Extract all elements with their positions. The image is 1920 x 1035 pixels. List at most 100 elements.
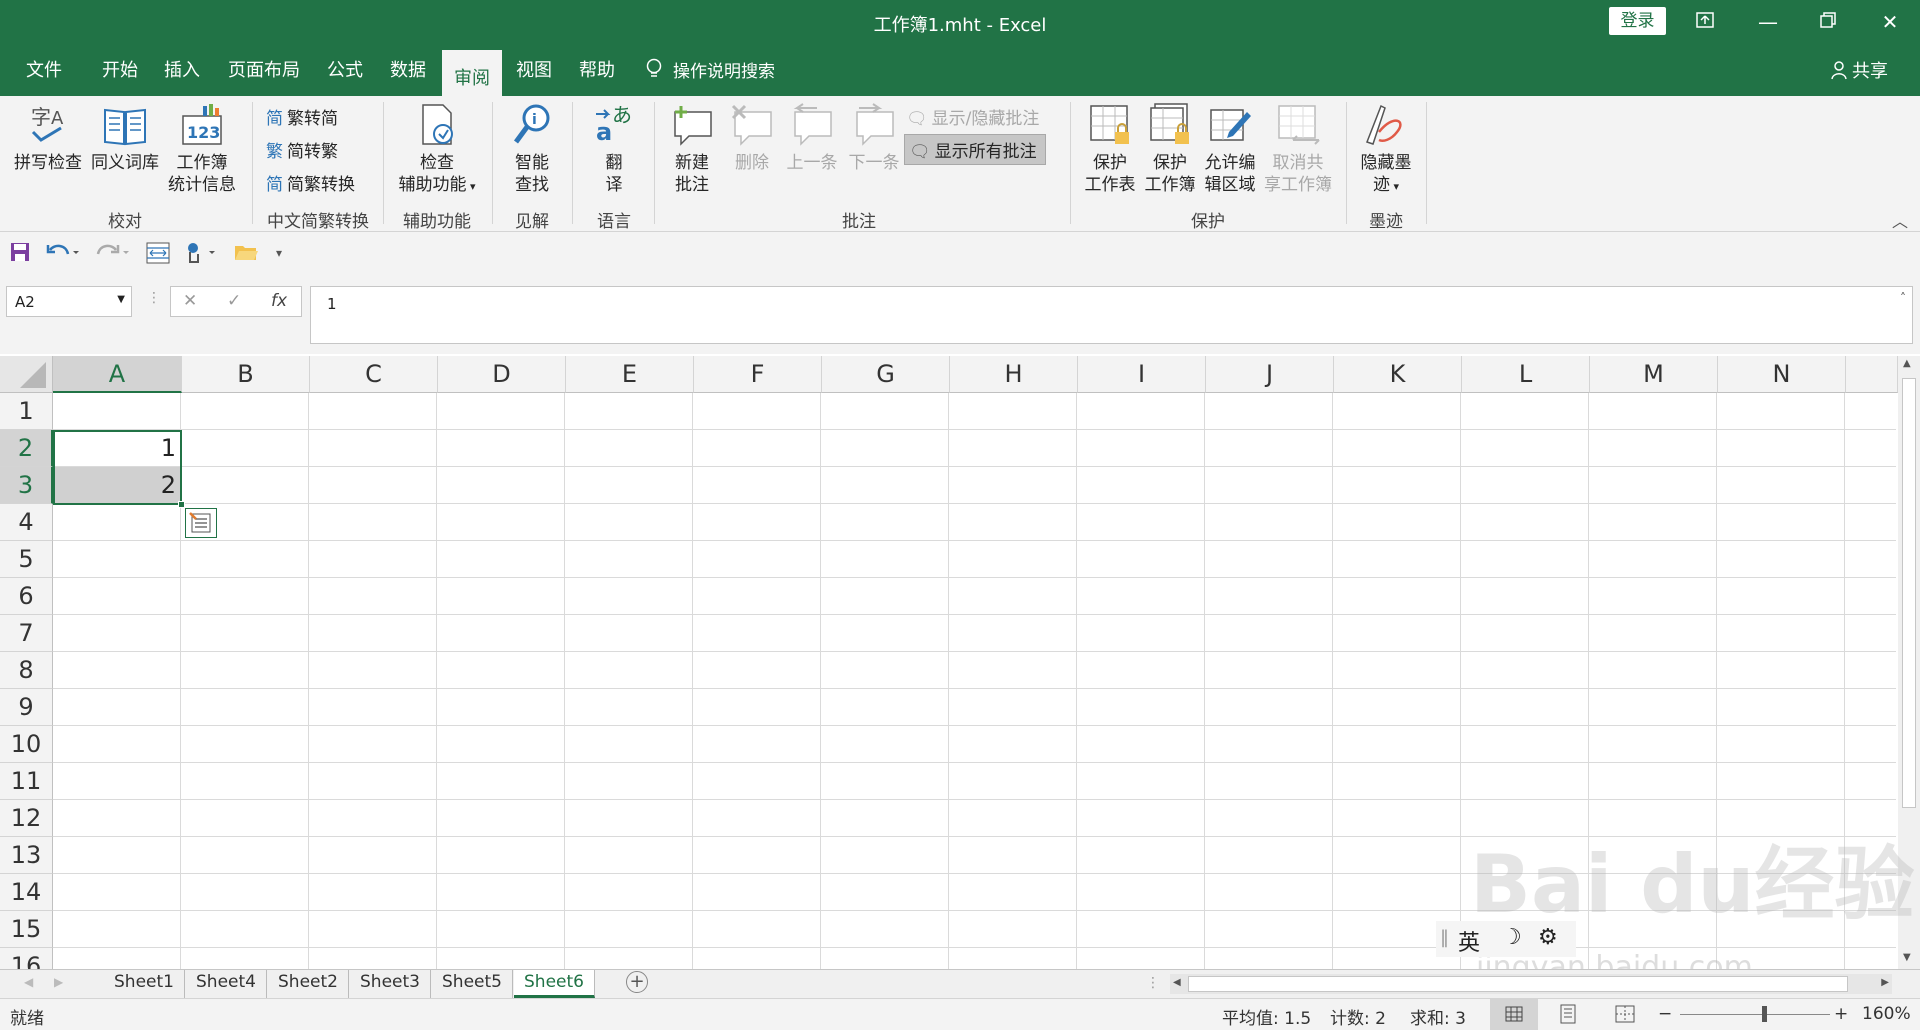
save-icon[interactable] bbox=[10, 242, 30, 267]
select-all-corner[interactable] bbox=[0, 356, 53, 393]
column-header-b[interactable]: B bbox=[182, 356, 310, 393]
zoom-slider[interactable] bbox=[1680, 1014, 1830, 1015]
horizontal-scroll-thumb[interactable] bbox=[1188, 976, 1848, 992]
tab-review[interactable]: 审阅 bbox=[442, 50, 502, 96]
row-header-2[interactable]: 2 bbox=[0, 430, 53, 467]
undo-icon[interactable] bbox=[46, 242, 80, 267]
zoom-level[interactable]: 160% bbox=[1862, 1004, 1911, 1024]
sheet-tab-sheet4[interactable]: Sheet4 bbox=[186, 970, 267, 998]
protect-workbook-button[interactable]: 保护 工作簿 bbox=[1140, 102, 1200, 196]
sheet-tab-sheet1[interactable]: Sheet1 bbox=[104, 970, 185, 998]
row-header-16[interactable]: 16 bbox=[0, 948, 53, 969]
row-header-13[interactable]: 13 bbox=[0, 837, 53, 874]
column-header-n[interactable]: N bbox=[1718, 356, 1846, 393]
show-all-comments-button[interactable]: 🗨 显示所有批注 bbox=[904, 134, 1046, 165]
row-header-11[interactable]: 11 bbox=[0, 763, 53, 800]
column-header-h[interactable]: H bbox=[950, 356, 1078, 393]
horizontal-scrollbar[interactable]: ◀ ▶ bbox=[1170, 974, 1892, 994]
smart-lookup-button[interactable]: i 智能 查找 bbox=[502, 102, 562, 196]
column-header-c[interactable]: C bbox=[310, 356, 438, 393]
delete-comment-button[interactable]: 删除 bbox=[724, 102, 780, 174]
ime-language-toggle[interactable]: 英 bbox=[1458, 925, 1480, 957]
restore-icon[interactable] bbox=[1808, 6, 1848, 38]
row-header-9[interactable]: 9 bbox=[0, 689, 53, 726]
tab-scroll-right-icon[interactable]: ▶ bbox=[54, 975, 63, 989]
tab-help[interactable]: 帮助 bbox=[579, 56, 615, 86]
show-hide-comment-button[interactable]: 🗨 显示/隐藏批注 bbox=[906, 104, 1039, 129]
row-header-3[interactable]: 3 bbox=[0, 467, 53, 504]
previous-comment-button[interactable]: 上一条 bbox=[782, 102, 842, 174]
hide-ink-button[interactable]: 隐藏墨 迹 ▾ bbox=[1356, 102, 1416, 198]
sheet-tab-sheet6[interactable]: Sheet6 bbox=[514, 970, 595, 998]
tab-file[interactable]: 文件 bbox=[26, 56, 62, 86]
chinese-conversion-button[interactable]: 简简繁转换 bbox=[266, 170, 355, 195]
login-button[interactable]: 登录 bbox=[1609, 7, 1666, 35]
scroll-down-icon[interactable]: ▼ bbox=[1903, 952, 1911, 963]
tab-view[interactable]: 视图 bbox=[516, 56, 552, 86]
column-header-k[interactable]: K bbox=[1334, 356, 1462, 393]
column-header-g[interactable]: G bbox=[822, 356, 950, 393]
vertical-scroll-thumb[interactable] bbox=[1902, 378, 1916, 808]
column-header-j[interactable]: J bbox=[1206, 356, 1334, 393]
tab-data[interactable]: 数据 bbox=[390, 56, 426, 86]
new-comment-button[interactable]: 新建 批注 bbox=[664, 102, 720, 196]
page-layout-view-icon[interactable] bbox=[1558, 1004, 1578, 1029]
next-comment-button[interactable]: 下一条 bbox=[844, 102, 904, 174]
chevron-down-icon[interactable]: ▼ bbox=[117, 294, 125, 305]
row-header-12[interactable]: 12 bbox=[0, 800, 53, 837]
formula-input[interactable]: 1 ˄ bbox=[310, 286, 1913, 344]
column-header-m[interactable]: M bbox=[1590, 356, 1718, 393]
normal-view-button[interactable] bbox=[1490, 999, 1538, 1030]
name-box[interactable]: A2 ▼ bbox=[6, 286, 132, 317]
check-accessibility-button[interactable]: 检查 辅助功能 ▾ bbox=[394, 102, 480, 198]
protect-sheet-button[interactable]: 保护 工作表 bbox=[1080, 102, 1140, 196]
traditional-to-simplified-button[interactable]: 简繁转简 bbox=[266, 104, 338, 129]
ime-settings-gear-icon[interactable]: ⚙ bbox=[1538, 925, 1558, 950]
enter-icon[interactable]: ✓ bbox=[227, 291, 241, 311]
simplified-to-traditional-button[interactable]: 繁简转繁 bbox=[266, 137, 338, 162]
column-header-f[interactable]: F bbox=[694, 356, 822, 393]
insert-function-icon[interactable]: fx bbox=[271, 291, 287, 311]
workbook-statistics-button[interactable]: 123 工作簿 统计信息 bbox=[164, 102, 240, 196]
open-folder-icon[interactable] bbox=[234, 242, 258, 267]
row-header-10[interactable]: 10 bbox=[0, 726, 53, 763]
ribbon-display-options-icon[interactable] bbox=[1685, 6, 1725, 38]
tab-page-layout[interactable]: 页面布局 bbox=[228, 56, 300, 86]
column-header-partial[interactable] bbox=[1846, 356, 1898, 393]
cancel-icon[interactable]: ✕ bbox=[183, 291, 197, 311]
row-header-15[interactable]: 15 bbox=[0, 911, 53, 948]
minimize-icon[interactable]: — bbox=[1748, 6, 1788, 38]
tab-splitter-grip[interactable]: ⋮ bbox=[1146, 975, 1160, 991]
column-header-d[interactable]: D bbox=[438, 356, 566, 393]
row-header-5[interactable]: 5 bbox=[0, 541, 53, 578]
row-header-8[interactable]: 8 bbox=[0, 652, 53, 689]
collapse-ribbon-icon[interactable]: ︿ bbox=[1892, 208, 1908, 232]
tell-me-search[interactable]: 操作说明搜索 bbox=[645, 57, 775, 85]
page-break-view-icon[interactable] bbox=[1614, 1004, 1636, 1029]
row-header-7[interactable]: 7 bbox=[0, 615, 53, 652]
scroll-right-icon[interactable]: ▶ bbox=[1881, 977, 1889, 988]
tab-formulas[interactable]: 公式 bbox=[327, 56, 363, 86]
page-layout-icon[interactable] bbox=[146, 242, 170, 269]
row-header-1[interactable]: 1 bbox=[0, 393, 53, 430]
sheet-tab-sheet5[interactable]: Sheet5 bbox=[432, 970, 513, 998]
ime-grip[interactable]: ‖ bbox=[1440, 927, 1449, 948]
translate-button[interactable]: aあ 翻 译 bbox=[584, 102, 644, 196]
customize-toolbar-icon[interactable]: ▾ bbox=[276, 246, 282, 260]
unshare-workbook-button[interactable]: 取消共 享工作簿 bbox=[1260, 102, 1336, 196]
half-width-moon-icon[interactable]: ☽ bbox=[1502, 925, 1522, 950]
zoom-out-icon[interactable]: − bbox=[1658, 1004, 1672, 1024]
allow-edit-ranges-button[interactable]: 允许编 辑区域 bbox=[1200, 102, 1260, 196]
column-header-l[interactable]: L bbox=[1462, 356, 1590, 393]
column-header-a[interactable]: A bbox=[53, 356, 182, 393]
expand-formula-icon[interactable]: ˄ bbox=[1900, 291, 1906, 305]
spelling-button[interactable]: 字A 拼写检查 bbox=[10, 102, 86, 174]
row-header-14[interactable]: 14 bbox=[0, 874, 53, 911]
share-button[interactable]: 共享 bbox=[1830, 57, 1888, 85]
touch-mode-icon[interactable] bbox=[184, 242, 218, 269]
close-icon[interactable]: ✕ bbox=[1870, 6, 1910, 38]
scroll-up-icon[interactable]: ▲ bbox=[1903, 358, 1911, 369]
tab-home[interactable]: 开始 bbox=[102, 56, 138, 86]
quick-analysis-icon[interactable] bbox=[185, 508, 217, 538]
sheet-tab-sheet2[interactable]: Sheet2 bbox=[268, 970, 349, 998]
